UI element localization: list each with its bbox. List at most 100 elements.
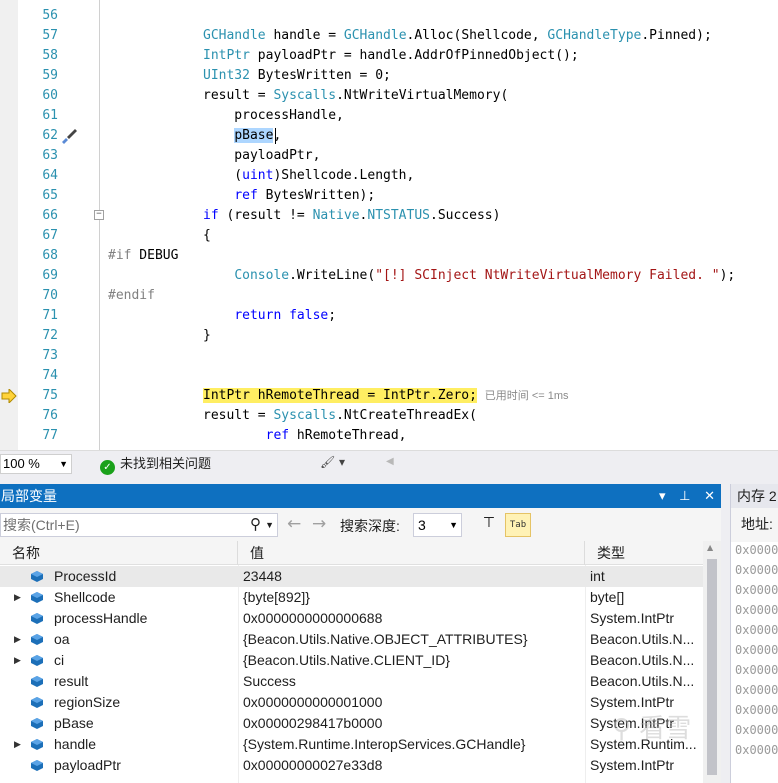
code-line[interactable]: 60 result = Syscalls.NtWriteVirtualMemory…: [0, 86, 778, 106]
panel-splitter[interactable]: [0, 476, 778, 484]
chevron-down-icon[interactable]: ▼: [265, 514, 274, 536]
panel-splitter-vertical[interactable]: [721, 476, 730, 783]
table-row[interactable]: ▶ oa {Beacon.Utils.Native.OBJECT_ATTRIBUTE…: [0, 629, 703, 650]
code-cleanup-brush-icon[interactable]: 🖌 ▾: [320, 455, 345, 469]
code-token: Syscalls: [273, 408, 337, 423]
code-line[interactable]: 61 processHandle,: [0, 106, 778, 126]
table-row[interactable]: processHandle 0x0000000000000688 System.In…: [0, 608, 703, 629]
code-line[interactable]: 64 (uint)Shellcode.Length,: [0, 166, 778, 186]
line-number: 56: [42, 8, 58, 23]
variable-name: oa: [54, 631, 70, 647]
code-token: (result !=: [218, 208, 313, 223]
line-number: 76: [42, 408, 58, 423]
search-depth-select[interactable]: 3 ▼: [413, 513, 462, 537]
pin-window-icon[interactable]: ⊥: [679, 488, 690, 503]
scroll-left-arrow-icon[interactable]: ◀: [386, 456, 394, 467]
code-line[interactable]: 77 ref hRemoteThread,: [0, 426, 778, 446]
code-token: );: [719, 268, 736, 283]
code-line[interactable]: 59 UInt32 BytesWritten = 0;: [0, 66, 778, 86]
column-header-value[interactable]: 值: [238, 541, 585, 565]
code-editor[interactable]: 56 57 GCHandle handle = GCHandle.Alloc(She…: [0, 0, 778, 450]
collapse-toggle-icon[interactable]: −: [94, 210, 104, 220]
code-text: GCHandle handle = GCHandle.Alloc(Shellco…: [203, 26, 712, 46]
code-line[interactable]: 72}: [0, 326, 778, 346]
expand-arrow-icon[interactable]: ▶: [14, 734, 21, 755]
scroll-up-arrow-icon[interactable]: ▲: [707, 543, 713, 552]
memory-tab[interactable]: 内存 2: [731, 484, 778, 508]
variable-name: Shellcode: [54, 589, 116, 605]
column-header-name[interactable]: 名称: [0, 541, 238, 565]
variable-value: 0x0000000000001000: [243, 694, 383, 710]
code-token: payloadPtr = handle.AddrOfPinnedObject()…: [257, 48, 579, 63]
code-token: Syscalls: [273, 88, 337, 103]
variable-type: Beacon.Utils.N...: [590, 652, 695, 668]
window-menu-icon[interactable]: ▾: [659, 488, 666, 503]
code-token: #if: [108, 248, 132, 263]
pin-column-icon[interactable]: ⊤: [479, 515, 499, 535]
code-token: false: [289, 308, 329, 323]
variable-value: Success: [243, 673, 296, 689]
search-previous-arrow-icon[interactable]: ←: [287, 514, 301, 534]
code-line[interactable]: 65 ref BytesWritten);: [0, 186, 778, 206]
table-row[interactable]: result Success Beacon.Utils.N...: [0, 671, 703, 692]
code-line[interactable]: 71 return false;: [0, 306, 778, 326]
code-line[interactable]: 73: [0, 346, 778, 366]
code-token: #endif: [108, 288, 155, 303]
search-input[interactable]: 搜索(Ctrl+E) ⚲ ▼: [0, 513, 278, 537]
variable-cube-icon: [31, 739, 43, 750]
search-next-arrow-icon[interactable]: →: [312, 514, 326, 534]
variable-type: Beacon.Utils.N...: [590, 631, 695, 647]
table-row[interactable]: ▶ Shellcode {byte[892]} byte[]: [0, 587, 703, 608]
column-header-type[interactable]: 类型: [585, 541, 703, 565]
issues-indicator[interactable]: ✓ 未找到相关问题: [100, 455, 211, 475]
variable-cube-icon: [31, 613, 43, 624]
code-line[interactable]: 58 IntPtr payloadPtr = handle.AddrOfPinne…: [0, 46, 778, 66]
memory-row-address: 0x0000: [735, 703, 778, 717]
variable-value: {Beacon.Utils.Native.OBJECT_ATTRIBUTES}: [243, 631, 528, 647]
text-caret: [275, 128, 276, 144]
code-token: 已用时间 <= 1ms: [484, 390, 569, 402]
locals-title-bar[interactable]: 局部变量 ▾ ⊥ ✕: [0, 484, 721, 508]
code-token: UInt32: [203, 68, 258, 83]
table-row[interactable]: regionSize 0x0000000000001000 System.IntPt…: [0, 692, 703, 713]
quick-action-brush-icon[interactable]: [60, 128, 78, 144]
close-icon[interactable]: ✕: [704, 488, 715, 503]
memory-panel: 内存 2 地址: 0x0000 0x0000 0x0000 0x0000 0x0000 0…: [730, 484, 778, 783]
code-line[interactable]: 70 #endif: [0, 286, 778, 306]
expand-arrow-icon[interactable]: ▶: [14, 587, 21, 608]
zoom-select[interactable]: 100 % ▼: [0, 454, 72, 474]
code-line[interactable]: 74: [0, 366, 778, 386]
code-line[interactable]: 68 #if DEBUG: [0, 246, 778, 266]
variable-name: result: [54, 673, 89, 689]
table-row[interactable]: ProcessId 23448 int: [0, 566, 703, 587]
code-line[interactable]: 62 pBase,: [0, 126, 778, 146]
code-line[interactable]: 75 IntPtr hRemoteThread = IntPtr.Zero; 已用…: [0, 386, 778, 406]
code-token: if: [203, 208, 219, 223]
code-line[interactable]: 76 result = Syscalls.NtCreateThreadEx(: [0, 406, 778, 426]
code-token: hRemoteThread,: [289, 428, 407, 443]
expand-arrow-icon[interactable]: ▶: [14, 650, 21, 671]
variable-cube-icon: [31, 592, 43, 603]
line-number: 62: [42, 128, 58, 143]
table-row[interactable]: ▶ ci {Beacon.Utils.Native.CLIENT_ID} Beacon…: [0, 650, 703, 671]
code-text: IntPtr hRemoteThread = IntPtr.Zero; 已用时间…: [203, 386, 569, 406]
code-line[interactable]: 69 Console.WriteLine("[!] SCInject NtWri…: [0, 266, 778, 286]
code-line[interactable]: 67 {: [0, 226, 778, 246]
vertical-scrollbar[interactable]: ▲: [703, 541, 721, 783]
view-as-tab-icon[interactable]: Tab: [505, 513, 531, 537]
expand-arrow-icon[interactable]: ▶: [14, 629, 21, 650]
table-row[interactable]: payloadPtr 0x00000000027e33d8 System.IntPt…: [0, 755, 703, 776]
code-token: (: [203, 168, 243, 183]
scrollbar-thumb[interactable]: [707, 559, 717, 775]
table-row[interactable]: pBase 0x00000298417b0000 System.IntPtr: [0, 713, 703, 734]
zoom-value: 100 %: [3, 456, 40, 471]
search-icon[interactable]: ⚲: [250, 514, 261, 536]
code-line[interactable]: 66 if (result != Native.NTSTATUS.Success): [0, 206, 778, 226]
variable-cube-icon: [31, 676, 43, 687]
table-row[interactable]: ▶ handle {System.Runtime.InteropServices.G…: [0, 734, 703, 755]
code-line[interactable]: 63 payloadPtr,: [0, 146, 778, 166]
code-line[interactable]: 57 GCHandle handle = GCHandle.Alloc(Shell…: [0, 26, 778, 46]
code-line[interactable]: 56: [0, 6, 778, 26]
code-token: DEBUG: [131, 248, 179, 263]
